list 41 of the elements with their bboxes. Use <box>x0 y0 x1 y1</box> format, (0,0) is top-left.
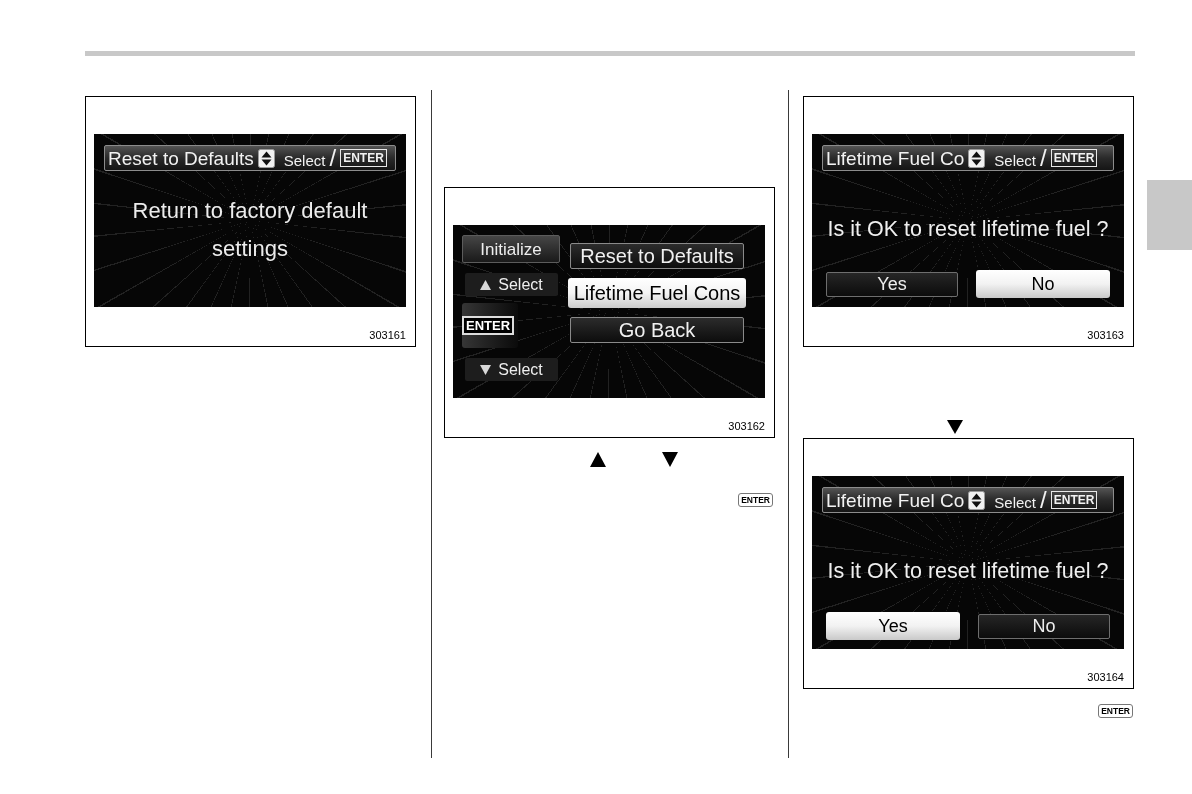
dialog-button[interactable]: Yes <box>826 271 958 297</box>
select-hint: Select <box>283 153 326 168</box>
up-down-arrows-icon <box>968 490 986 510</box>
dialog-button[interactable]: No <box>976 270 1110 298</box>
select-hint: Select <box>994 495 1037 510</box>
select-hint: Select <box>994 153 1037 168</box>
section-marker <box>1147 180 1192 250</box>
hint-label: Select <box>498 361 543 378</box>
slash-separator: / <box>329 146 337 170</box>
figure-number: 303161 <box>369 330 406 341</box>
menu-item[interactable]: Go Back <box>570 317 744 343</box>
slash-separator: / <box>1040 488 1047 512</box>
up-down-arrows-icon <box>968 148 986 168</box>
confirm-question: Is it OK to reset lifetime fuel ? <box>826 217 1110 241</box>
screen-message: Return to factory default settings <box>131 197 369 263</box>
enter-key: ENTER <box>462 316 515 335</box>
down-triangle-icon <box>947 420 963 434</box>
slash-separator: / <box>1040 146 1047 170</box>
enter-key: ENTER <box>340 149 387 167</box>
enter-key: ENTER <box>738 493 773 507</box>
menu-item[interactable]: Lifetime Fuel Cons <box>568 278 746 308</box>
menu-item[interactable]: Reset to Defaults <box>570 243 744 269</box>
figure-number: 303162 <box>728 421 765 432</box>
dialog-button[interactable]: Yes <box>826 612 960 640</box>
screen-title: Lifetime Fuel Co <box>826 490 965 510</box>
screen-title: Reset to Defaults <box>108 148 254 168</box>
enter-key: ENTER <box>1098 704 1133 718</box>
up-triangle-icon <box>590 452 606 467</box>
up-triangle-icon <box>480 279 492 290</box>
hint-label: Select <box>498 276 543 293</box>
down-triangle-icon <box>662 452 678 467</box>
enter-key: ENTER <box>1050 149 1098 167</box>
dialog-button[interactable]: No <box>978 613 1110 639</box>
menu-title: Initialize <box>462 235 560 263</box>
enter-key: ENTER <box>1050 491 1098 509</box>
confirm-question: Is it OK to reset lifetime fuel ? <box>826 559 1110 583</box>
up-down-arrows-icon <box>257 148 275 168</box>
down-triangle-icon <box>480 364 492 375</box>
figure-number: 303163 <box>1087 330 1124 341</box>
figure-number: 303164 <box>1087 672 1124 683</box>
screen-title: Lifetime Fuel Co <box>826 148 965 168</box>
